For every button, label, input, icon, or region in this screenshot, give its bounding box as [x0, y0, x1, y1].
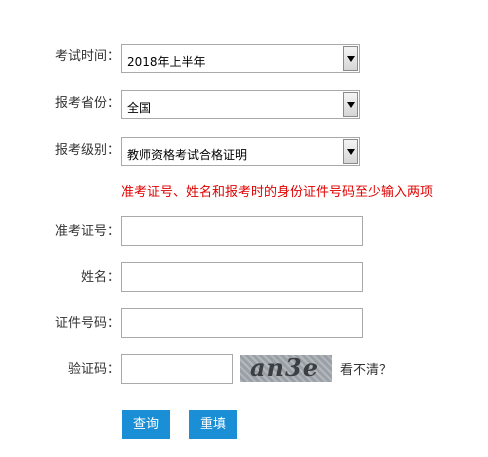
province-select[interactable]: 全国: [121, 90, 360, 119]
level-select[interactable]: 教师资格考试合格证明: [121, 137, 360, 166]
id-no-input[interactable]: [121, 308, 363, 338]
province-label: 报考省份：: [54, 96, 120, 111]
input-requirement-notice: 准考证号、姓名和报考时的身份证件号码至少输入两项: [121, 185, 434, 200]
exam-time-label: 考试时间：: [54, 49, 120, 64]
level-value: 教师资格考试合格证明: [127, 148, 248, 162]
name-input[interactable]: [121, 262, 363, 292]
captcha-label: 验证码：: [67, 362, 120, 377]
captcha-image[interactable]: an3e: [240, 355, 332, 382]
province-value: 全国: [127, 101, 152, 115]
chevron-down-icon[interactable]: [343, 139, 358, 164]
id-no-label: 证件号码：: [54, 316, 120, 331]
captcha-image-text: an3e: [250, 355, 319, 382]
exam-time-select[interactable]: 2018年上半年: [121, 44, 360, 73]
captcha-refresh-link[interactable]: 看不清？: [340, 359, 392, 378]
reset-button[interactable]: 重填: [189, 410, 237, 439]
admission-no-input[interactable]: [121, 216, 363, 246]
chevron-down-icon[interactable]: [343, 46, 358, 71]
query-button[interactable]: 查询: [122, 410, 170, 439]
name-label: 姓名：: [80, 270, 120, 285]
exam-time-value: 2018年上半年: [127, 55, 206, 69]
level-label: 报考级别：: [54, 143, 120, 158]
admission-no-label: 准考证号：: [54, 224, 120, 239]
chevron-down-icon[interactable]: [343, 92, 358, 117]
captcha-input[interactable]: [121, 354, 233, 384]
